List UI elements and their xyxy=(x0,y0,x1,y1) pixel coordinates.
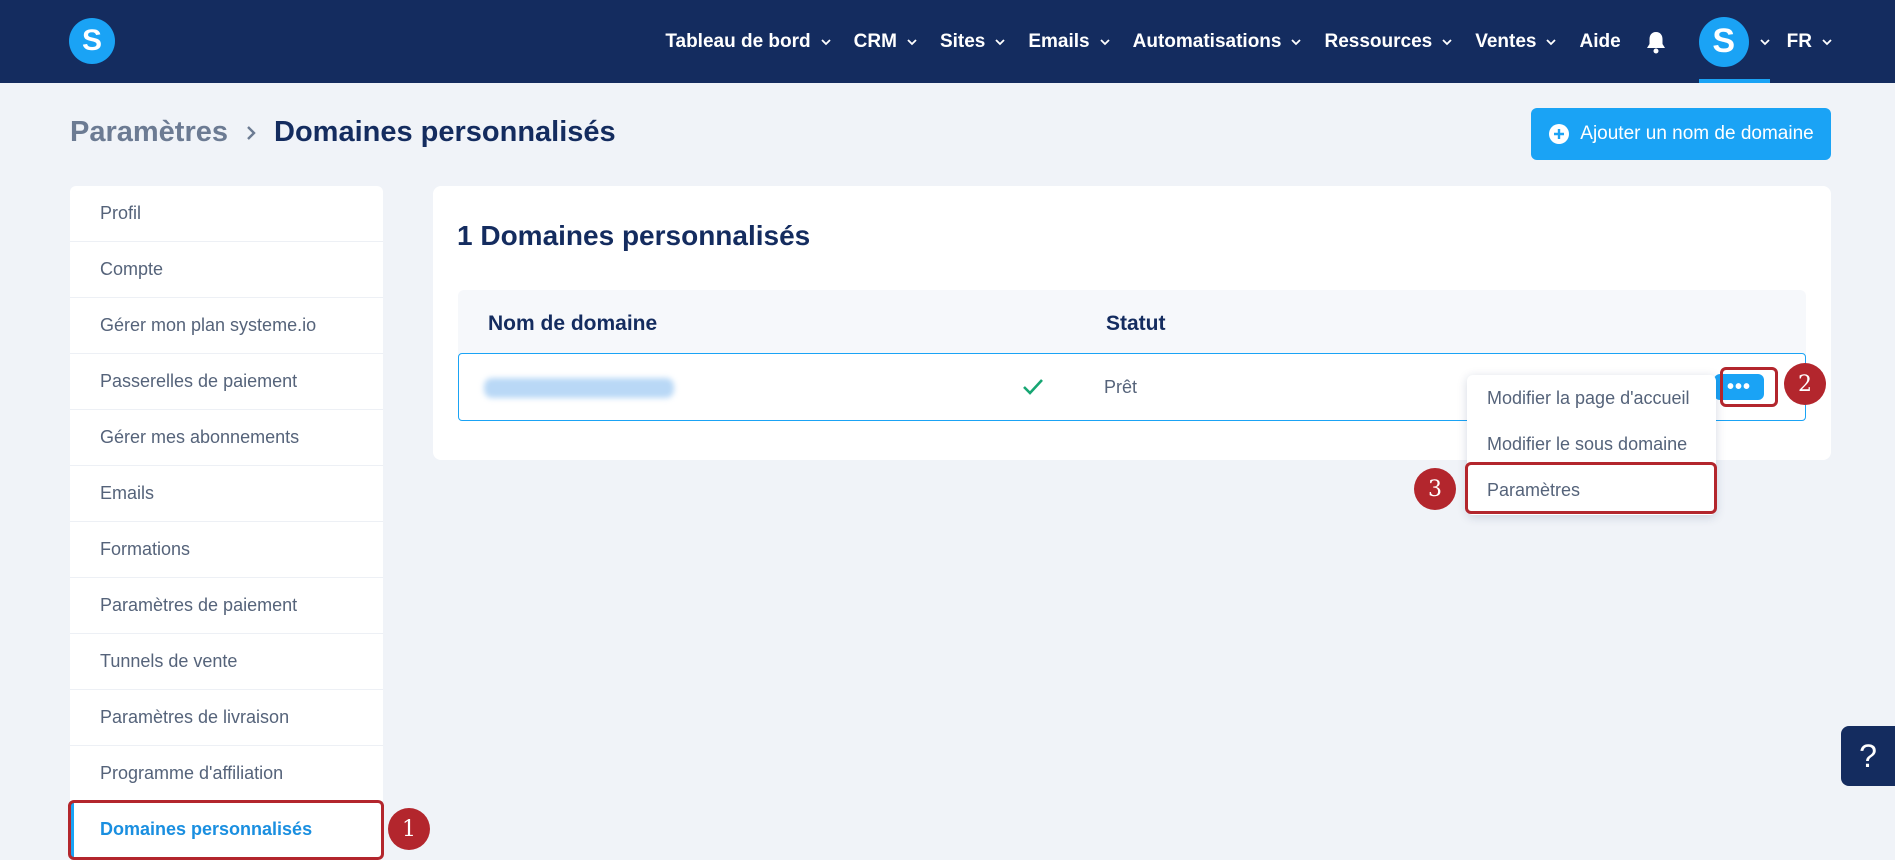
nav-label: Ressources xyxy=(1324,30,1433,52)
nav-tableau-de-bord[interactable]: Tableau de bord xyxy=(665,31,831,53)
sidebar-item-livraison[interactable]: Paramètres de livraison xyxy=(70,690,383,746)
sidebar-item-label: Passerelles de paiement xyxy=(100,371,298,391)
check-icon xyxy=(1023,379,1043,395)
card-title: 1 Domaines personnalisés xyxy=(457,220,811,251)
bell-icon[interactable] xyxy=(1645,29,1669,55)
sidebar-item-compte[interactable]: Compte xyxy=(70,242,383,298)
sidebar-item-label: Paramètres de paiement xyxy=(100,595,298,615)
sidebar-item-label: Tunnels de vente xyxy=(100,651,238,671)
nav-label: Automatisations xyxy=(1132,30,1282,52)
domain-name-redacted[interactable] xyxy=(484,378,674,398)
sidebar-item-formations[interactable]: Formations xyxy=(70,522,383,578)
language-selector[interactable]: FR xyxy=(1787,31,1833,53)
sidebar-item-label: Compte xyxy=(100,259,164,279)
chevron-down-icon xyxy=(1442,38,1452,45)
breadcrumb: Paramètres Domaines personnalisés xyxy=(70,116,616,149)
table-header: Nom de domaine Statut xyxy=(458,290,1806,356)
chevron-right-icon xyxy=(247,125,256,140)
step-badge-2: 2 xyxy=(1784,363,1826,405)
sidebar-item-tunnels[interactable]: Tunnels de vente xyxy=(70,634,383,690)
chevron-down-icon xyxy=(995,38,1005,45)
question-icon: ? xyxy=(1859,737,1877,774)
add-domain-button[interactable]: Ajouter un nom de domaine xyxy=(1531,108,1831,160)
sidebar-item-label: Gérer mon plan systeme.io xyxy=(100,315,317,335)
menu-item-modifier-sous-domaine[interactable]: Modifier le sous domaine xyxy=(1467,421,1716,467)
breadcrumb-parent[interactable]: Paramètres xyxy=(70,116,228,149)
avatar[interactable]: S xyxy=(1698,16,1749,67)
chevron-down-icon xyxy=(1099,38,1110,45)
nav-label: Ventes xyxy=(1475,30,1537,52)
chevron-down-icon xyxy=(907,38,917,45)
menu-item-parametres[interactable]: Paramètres xyxy=(1467,467,1716,513)
settings-sidebar: Profil Compte Gérer mon plan systeme.io … xyxy=(70,186,383,858)
sidebar-item-abonnements[interactable]: Gérer mes abonnements xyxy=(70,410,383,466)
nav-aide[interactable]: Aide xyxy=(1579,31,1620,53)
ellipsis-icon: ••• xyxy=(1726,376,1751,398)
account-menu[interactable]: S xyxy=(1698,0,1771,83)
more-actions-button[interactable]: ••• xyxy=(1714,374,1764,400)
nav-sites[interactable]: Sites xyxy=(940,31,1006,53)
menu-item-label: Modifier la page d'accueil xyxy=(1487,387,1690,408)
sidebar-item-affiliation[interactable]: Programme d'affiliation xyxy=(70,746,383,802)
sidebar-item-parametres-paiement[interactable]: Paramètres de paiement xyxy=(70,578,383,634)
systeme-logo[interactable]: S xyxy=(69,18,115,64)
sidebar-item-label: Domaines personnalisés xyxy=(100,819,313,839)
sidebar-item-passerelles[interactable]: Passerelles de paiement xyxy=(70,354,383,410)
menu-item-label: Paramètres xyxy=(1487,479,1581,500)
nav-label: Sites xyxy=(939,30,986,52)
nav-crm[interactable]: CRM xyxy=(854,31,918,53)
chevron-down-icon xyxy=(1546,38,1557,45)
column-header-domain: Nom de domaine xyxy=(488,312,658,335)
chevron-down-icon xyxy=(1760,38,1770,45)
language-label: FR xyxy=(1786,30,1812,52)
sidebar-item-domaines[interactable]: Domaines personnalisés xyxy=(70,802,383,858)
sidebar-item-emails[interactable]: Emails xyxy=(70,466,383,522)
sidebar-item-label: Profil xyxy=(100,203,142,223)
nav-automatisations[interactable]: Automatisations xyxy=(1133,31,1303,53)
chevron-down-icon xyxy=(821,38,831,45)
nav-label: Tableau de bord xyxy=(665,30,811,52)
sidebar-item-label: Gérer mes abonnements xyxy=(100,427,300,447)
chevron-down-icon xyxy=(1822,38,1832,45)
sidebar-item-label: Paramètres de livraison xyxy=(100,707,290,727)
column-header-status: Statut xyxy=(1106,312,1166,335)
nav-emails[interactable]: Emails xyxy=(1028,31,1110,53)
step-badge-1: 1 xyxy=(388,808,430,850)
nav-ventes[interactable]: Ventes xyxy=(1475,31,1557,53)
sidebar-item-label: Programme d'affiliation xyxy=(100,763,284,783)
plus-circle-icon xyxy=(1549,124,1570,144)
nav-label: Aide xyxy=(1579,30,1621,52)
sidebar-item-plan[interactable]: Gérer mon plan systeme.io xyxy=(70,298,383,354)
sidebar-item-label: Emails xyxy=(100,483,155,503)
chevron-down-icon xyxy=(1291,38,1302,45)
nav-label: Emails xyxy=(1028,30,1090,52)
help-button[interactable]: ? xyxy=(1841,726,1895,786)
row-actions-menu: Modifier la page d'accueil Modifier le s… xyxy=(1467,375,1716,515)
nav-label: CRM xyxy=(853,30,897,52)
page-title: Domaines personnalisés xyxy=(274,116,616,148)
main-nav: Tableau de bord CRM Sites Emails Automat… xyxy=(643,0,1895,83)
status-text: Prêt xyxy=(1104,377,1138,397)
step-badge-3: 3 xyxy=(1414,468,1456,510)
sidebar-item-profil[interactable]: Profil xyxy=(70,186,383,242)
menu-item-label: Modifier le sous domaine xyxy=(1487,433,1688,454)
active-indicator xyxy=(1698,79,1770,83)
top-navigation-bar: S Tableau de bord CRM Sites Emails Autom… xyxy=(0,0,1895,83)
menu-item-modifier-accueil[interactable]: Modifier la page d'accueil xyxy=(1467,375,1716,421)
nav-ressources[interactable]: Ressources xyxy=(1324,31,1453,53)
add-domain-label: Ajouter un nom de domaine xyxy=(1580,123,1814,144)
sidebar-item-label: Formations xyxy=(100,539,191,559)
